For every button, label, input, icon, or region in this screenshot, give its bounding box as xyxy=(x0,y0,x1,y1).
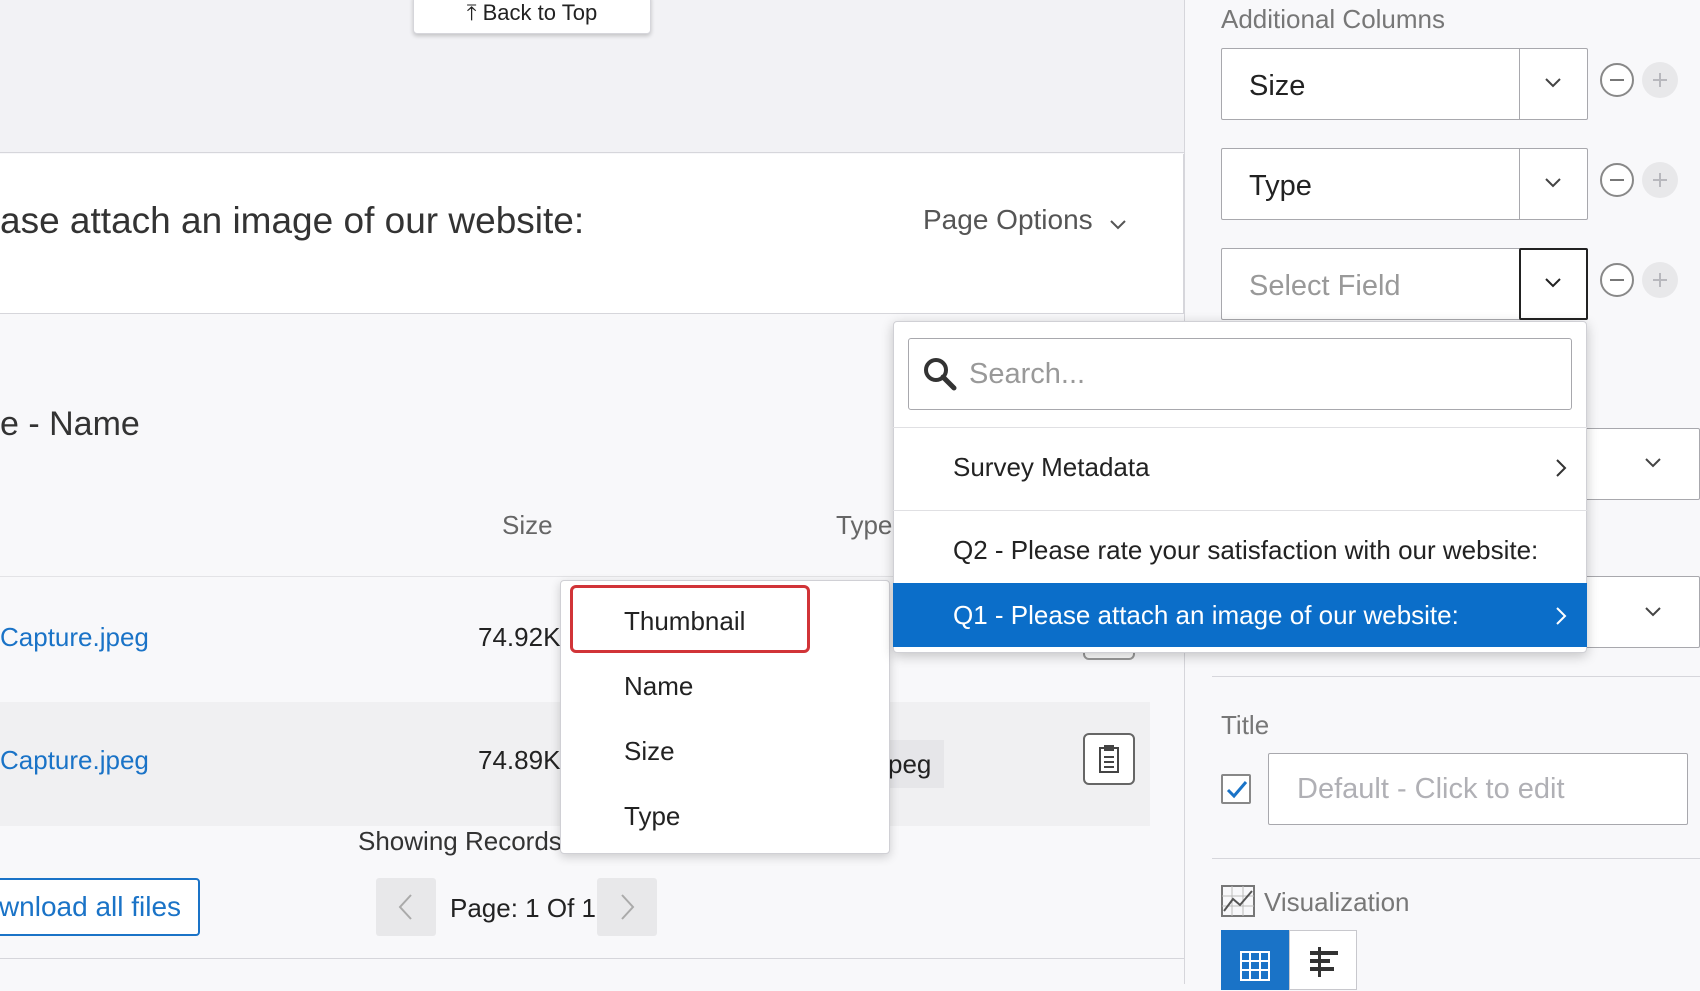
menu-item-type[interactable]: Type xyxy=(624,801,680,832)
select-divider xyxy=(1519,49,1520,119)
file-link[interactable]: Capture.jpeg xyxy=(0,622,149,653)
download-all-files-button[interactable]: wnload all files xyxy=(0,878,200,936)
checkmark-icon xyxy=(1226,781,1248,799)
search-icon xyxy=(922,356,958,397)
select-divider xyxy=(1519,149,1520,219)
field-option-q1[interactable]: Q1 - Please attach an image of our websi… xyxy=(953,600,1459,631)
menu-divider xyxy=(893,510,1587,511)
chevron-down-icon[interactable] xyxy=(1544,76,1562,94)
widget-title: e - Name xyxy=(0,405,140,443)
bar-chart-view-button[interactable] xyxy=(1289,930,1357,990)
column-select-placeholder: Select Field xyxy=(1249,270,1401,302)
showing-records-label: Showing Records xyxy=(358,826,562,856)
field-search-box[interactable] xyxy=(908,338,1572,410)
panel-divider xyxy=(1212,858,1700,859)
clipboard-icon xyxy=(1099,745,1119,773)
table-view-button[interactable] xyxy=(1221,930,1289,990)
title-input-field[interactable] xyxy=(1269,754,1687,824)
bar-chart-icon xyxy=(1310,947,1338,977)
previous-page-button[interactable] xyxy=(376,878,436,936)
add-column-button[interactable] xyxy=(1642,162,1678,198)
title-checkbox[interactable] xyxy=(1221,774,1251,804)
add-column-button[interactable] xyxy=(1642,262,1678,298)
title-input[interactable] xyxy=(1268,753,1688,825)
column-header-type[interactable]: Type xyxy=(836,510,892,541)
field-option-survey-metadata[interactable]: Survey Metadata xyxy=(953,452,1150,483)
page-indicator: Page: 1 Of 1 xyxy=(450,893,596,923)
page-options-label: Page Options xyxy=(923,204,1093,235)
add-column-button[interactable] xyxy=(1642,62,1678,98)
divider xyxy=(0,958,1184,959)
chevron-right-icon xyxy=(621,894,635,920)
column-select-value: Type xyxy=(1249,170,1312,202)
page-options-button[interactable]: Page Options xyxy=(923,204,1127,238)
field-option-q2[interactable]: Q2 - Please rate your satisfaction with … xyxy=(953,535,1538,566)
column-select-value: Size xyxy=(1249,70,1306,102)
menu-item-thumbnail[interactable]: Thumbnail xyxy=(624,606,745,637)
remove-column-button[interactable] xyxy=(1600,263,1634,297)
remove-column-button[interactable] xyxy=(1600,163,1634,197)
additional-columns-label: Additional Columns xyxy=(1221,4,1446,34)
chevron-down-icon[interactable] xyxy=(1644,456,1662,474)
file-size: 74.89K xyxy=(478,745,561,775)
question-title: ase attach an image of our website: xyxy=(0,200,585,241)
chevron-right-icon xyxy=(1554,606,1568,631)
chevron-down-icon[interactable] xyxy=(1544,176,1562,194)
file-link[interactable]: Capture.jpeg xyxy=(0,745,149,776)
title-label: Title xyxy=(1221,710,1270,740)
chevron-down-icon[interactable] xyxy=(1644,605,1662,623)
chevron-down-icon xyxy=(1109,206,1127,238)
chevron-right-icon xyxy=(1554,458,1568,483)
clipboard-button[interactable] xyxy=(1083,733,1135,785)
next-page-button[interactable] xyxy=(597,878,657,936)
menu-item-size[interactable]: Size xyxy=(624,736,675,767)
visualization-label: Visualization xyxy=(1264,887,1410,917)
menu-divider xyxy=(893,427,1587,428)
table-grid-icon xyxy=(1240,951,1270,981)
back-to-top-button[interactable]: ⤒ Back to Top xyxy=(413,0,651,34)
file-size: 74.92K xyxy=(478,622,561,652)
chevron-left-icon xyxy=(398,894,412,920)
visualization-icon xyxy=(1221,885,1255,922)
remove-column-button[interactable] xyxy=(1600,63,1634,97)
field-search-input[interactable] xyxy=(969,339,1559,409)
panel-divider xyxy=(1212,676,1700,677)
chevron-down-icon[interactable] xyxy=(1544,276,1562,294)
column-header-size[interactable]: Size xyxy=(502,510,553,541)
menu-item-name[interactable]: Name xyxy=(624,671,693,702)
